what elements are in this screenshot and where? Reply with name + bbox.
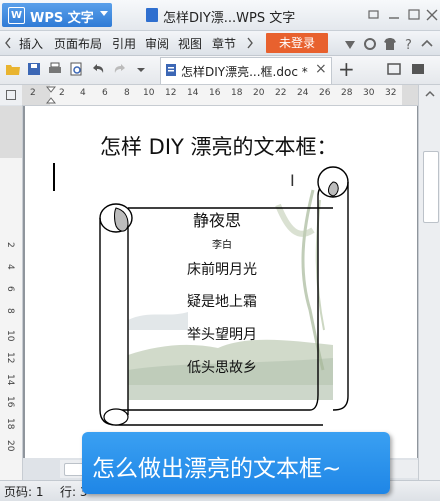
ruler-tick: 14 xyxy=(5,374,15,386)
document-tab-label: 怎样DIY漂亮...框.doc * xyxy=(181,65,308,79)
ruler-tick: 6 xyxy=(5,286,15,292)
ruler-corner[interactable] xyxy=(0,85,23,105)
ruler-tick: 8 xyxy=(124,88,130,98)
settings-icon[interactable] xyxy=(362,36,378,52)
ruler-tick: 12 xyxy=(165,88,177,98)
ruler-tick: 18 xyxy=(231,88,243,98)
document-heading: 怎样 DIY 漂亮的文本框： xyxy=(100,135,338,159)
ruler-tick: 16 xyxy=(209,88,221,98)
wps-app-menu-button[interactable]: W WPS 文字 xyxy=(2,3,112,27)
menu-item-chapter[interactable]: 章节 xyxy=(212,35,236,52)
tab-stop-icon[interactable] xyxy=(6,90,16,100)
ruler-tick: 2 xyxy=(5,242,15,248)
ruler-tick: 22 xyxy=(275,88,287,98)
save-icon[interactable] xyxy=(26,61,42,77)
login-button[interactable]: 未登录 xyxy=(266,33,328,53)
poem-author: 李白 xyxy=(212,240,232,251)
window-restore-icon[interactable] xyxy=(366,8,382,22)
text-cursor xyxy=(53,163,55,191)
svg-text:?: ? xyxy=(405,38,412,52)
ruler-tick: 4 xyxy=(5,264,15,270)
ruler-tick: 16 xyxy=(5,396,15,408)
poem-title: 静夜思 xyxy=(193,211,242,230)
ruler-tick: 2 xyxy=(30,88,36,98)
collapse-ribbon-icon[interactable] xyxy=(420,38,434,50)
minimize-icon[interactable] xyxy=(386,8,402,22)
ruler-tick: 30 xyxy=(363,88,375,98)
poem-line: 低头思故乡 xyxy=(187,360,257,376)
ruler-tick: 18 xyxy=(5,418,15,430)
close-window-icon[interactable] xyxy=(424,8,440,22)
ruler-margin-top xyxy=(0,106,22,158)
window-list-icon[interactable] xyxy=(386,61,402,77)
menu-scroll-left-icon[interactable] xyxy=(4,37,12,49)
open-folder-icon[interactable] xyxy=(5,61,21,77)
vertical-scrollbar[interactable] xyxy=(418,85,440,480)
poem-line: 床前明月光 xyxy=(187,262,257,278)
menu-item-references[interactable]: 引用 xyxy=(112,35,136,52)
menu-item-page-layout[interactable]: 页面布局 xyxy=(54,35,102,52)
poem-line: 疑是地上霜 xyxy=(187,294,257,310)
menu-item-view[interactable]: 视图 xyxy=(178,35,202,52)
scroll-up-icon[interactable] xyxy=(424,89,436,99)
shirt-icon[interactable] xyxy=(382,36,398,52)
ruler-tick: 26 xyxy=(319,88,331,98)
ruler-tick: 14 xyxy=(187,88,199,98)
wps-logo-icon: W xyxy=(8,7,25,24)
close-tab-icon[interactable]: × xyxy=(315,61,327,77)
print-icon[interactable] xyxy=(47,61,63,77)
ruler-tick: 8 xyxy=(5,308,15,314)
horizontal-ruler[interactable]: 2 2 4 6 8 10 12 14 16 18 20 22 24 26 28 … xyxy=(22,85,418,106)
maximize-icon[interactable] xyxy=(406,8,422,22)
undo-icon[interactable] xyxy=(90,61,106,77)
document-tab[interactable]: 怎样DIY漂亮...框.doc * × xyxy=(160,57,332,84)
menu-item-review[interactable]: 审阅 xyxy=(145,35,169,52)
print-preview-icon[interactable] xyxy=(68,61,84,77)
vertical-ruler[interactable]: 2 4 6 8 10 12 14 16 18 20 xyxy=(0,106,23,480)
ruler-tick: 2 xyxy=(59,88,65,98)
ruler-tick: 28 xyxy=(341,88,353,98)
doc-file-icon xyxy=(166,64,176,76)
menu-item-insert[interactable]: 插入 xyxy=(19,35,43,52)
ruler-tick: 4 xyxy=(80,88,86,98)
ruler-tick: 20 xyxy=(253,88,265,98)
skin-icon[interactable] xyxy=(342,36,358,52)
menu-scroll-right-icon[interactable] xyxy=(246,37,254,49)
ruler-tick: 10 xyxy=(143,88,155,98)
ruler-tick: 24 xyxy=(297,88,309,98)
indent-marker-icon[interactable] xyxy=(46,86,56,104)
status-page: 页码: 1 xyxy=(4,485,44,499)
new-tab-icon[interactable]: + xyxy=(338,57,355,81)
window-title: 怎样DIY漂...WPS 文字 xyxy=(163,11,296,26)
poem-line: 举头望明月 xyxy=(187,327,257,343)
scroll-thumb[interactable] xyxy=(423,151,439,223)
toolbar-dropdown-icon[interactable] xyxy=(136,66,146,74)
dropdown-arrow-icon xyxy=(100,11,108,16)
app-name: WPS 文字 xyxy=(30,11,94,26)
ruler-tick: 12 xyxy=(5,352,15,364)
caption-banner-text: 怎么做出漂亮的文本框~ xyxy=(92,456,342,482)
ruler-tick: 32 xyxy=(385,88,397,98)
ruler-tick: 20 xyxy=(5,440,15,452)
ruler-tick: 10 xyxy=(5,330,15,342)
document-icon xyxy=(146,8,158,22)
ruler-margin-right xyxy=(402,85,418,105)
help-icon[interactable]: ? xyxy=(402,36,416,52)
tab-list-icon[interactable] xyxy=(410,61,426,77)
ruler-tick: 6 xyxy=(102,88,108,98)
redo-icon[interactable] xyxy=(112,61,128,77)
